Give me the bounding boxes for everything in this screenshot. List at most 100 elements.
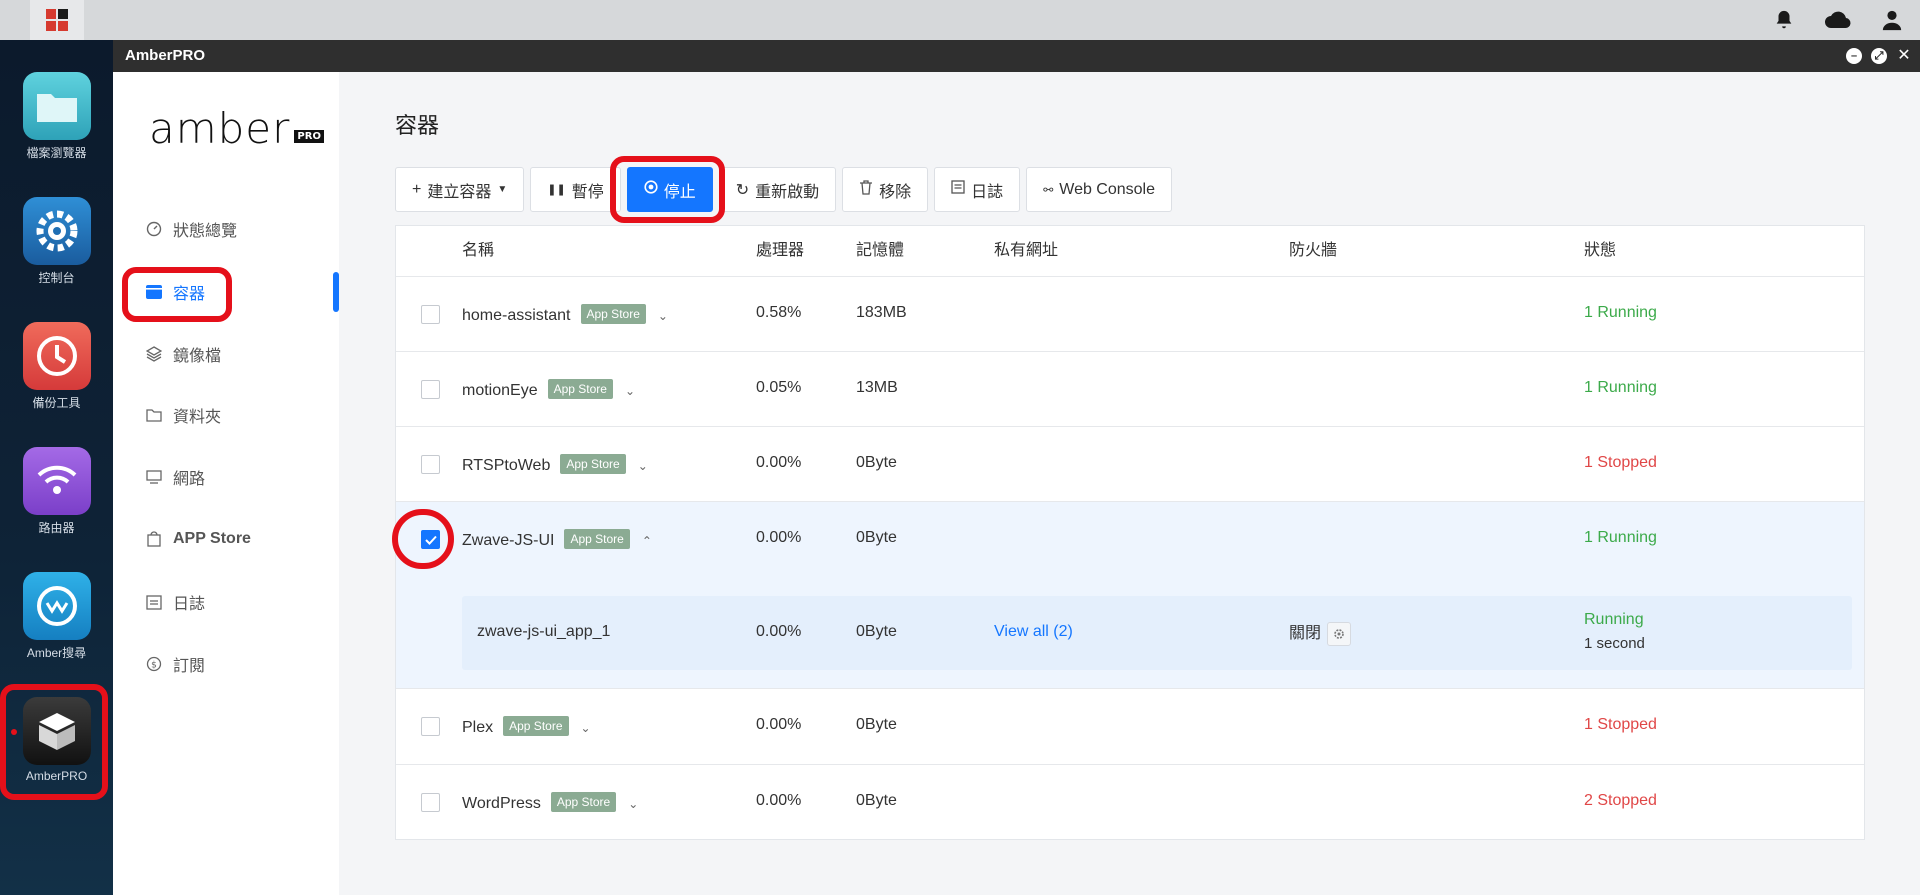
create-label: 建立容器: [427, 183, 492, 201]
row-cpu: 0.00%: [756, 792, 802, 809]
nav-label: 容器: [173, 286, 206, 303]
caret-down-icon: ▼: [497, 184, 508, 195]
nav-item-overview[interactable]: 狀態總覽: [145, 214, 237, 244]
close-icon[interactable]: ✕: [1896, 47, 1912, 64]
system-top-bar: [0, 0, 1920, 40]
pause-button[interactable]: ❚❚ 暫停: [530, 167, 621, 212]
nav-item-logs[interactable]: 日誌: [145, 587, 205, 617]
cloud-icon[interactable]: [1824, 6, 1852, 34]
row-checkbox[interactable]: [421, 793, 440, 812]
plus-icon: +: [412, 180, 422, 198]
row-checkbox-checked[interactable]: [421, 530, 440, 549]
remove-button[interactable]: 移除: [842, 167, 929, 212]
col-status[interactable]: 狀態: [1584, 226, 1616, 276]
chat-icon: [22, 572, 91, 640]
remove-label: 移除: [879, 183, 912, 201]
user-icon[interactable]: [1878, 6, 1906, 34]
maximize-icon[interactable]: ⤢: [1871, 48, 1887, 64]
dock-item-file-browser[interactable]: 檔案瀏覽器: [0, 72, 113, 161]
refresh-icon: ↻: [735, 181, 750, 199]
row-name: RTSPtoWeb: [462, 457, 551, 474]
row-checkbox[interactable]: [421, 455, 440, 474]
nav-item-images[interactable]: 鏡像檔: [145, 339, 221, 369]
row-name: Zwave-JS-UI: [462, 532, 555, 549]
sub-container-row[interactable]: zwave-js-ui_app_1 0.00% 0Byte View all (…: [462, 596, 1852, 670]
nav-label: 網路: [173, 471, 206, 488]
app-launcher-button[interactable]: [30, 0, 84, 40]
nav-label: 鏡像檔: [173, 348, 222, 365]
running-indicator: [11, 729, 17, 735]
dollar-icon: $: [145, 655, 163, 673]
restart-button[interactable]: ↻ 重新啟動: [718, 167, 837, 212]
chevron-down-icon[interactable]: ⌄: [581, 721, 591, 735]
chevron-down-icon[interactable]: ⌄: [638, 459, 648, 473]
row-checkbox[interactable]: [421, 380, 440, 399]
dock-label: 控制台: [38, 271, 75, 285]
row-status: 1 Stopped: [1584, 716, 1657, 733]
layers-icon: [145, 345, 163, 363]
containers-table: 名稱 處理器 記憶體 私有網址 防火牆 狀態 home-assistant App…: [395, 225, 1865, 840]
row-status: 2 Stopped: [1584, 792, 1657, 809]
row-name: motionEye: [462, 382, 538, 399]
row-cpu: 0.58%: [756, 304, 802, 321]
nav-item-app-store[interactable]: APP Store: [145, 524, 251, 554]
dock-label: 路由器: [38, 521, 75, 535]
nav-label: 資料夾: [173, 409, 222, 426]
table-row[interactable]: WordPress App Store ⌄ 0.00% 0Byte 2 Stoppe…: [396, 764, 1864, 840]
chevron-down-icon[interactable]: ⌄: [658, 309, 668, 323]
chevron-down-icon[interactable]: ⌄: [628, 797, 638, 811]
dock-item-router[interactable]: 路由器: [0, 447, 113, 536]
clock-icon: [22, 322, 91, 390]
nav-item-network[interactable]: 網路: [145, 462, 205, 492]
dock-item-amberpro[interactable]: AmberPRO: [0, 697, 113, 783]
sub-row-name: zwave-js-ui_app_1: [477, 623, 611, 640]
toolbar: + 建立容器 ▼ ❚❚ 暫停 停止 ↻ 重新啟動 移除 日誌 ⚯ Web Con…: [395, 167, 1173, 212]
dock-item-amber-search[interactable]: Amber搜尋: [0, 572, 113, 661]
col-name[interactable]: 名稱: [462, 226, 494, 276]
log-icon: [951, 180, 965, 199]
chevron-up-icon[interactable]: ⌃: [642, 534, 652, 548]
pause-icon: ❚❚: [547, 184, 566, 196]
row-name: home-assistant: [462, 307, 571, 324]
row-status: 1 Running: [1584, 304, 1657, 321]
table-row-selected[interactable]: Zwave-JS-UI App Store ⌃ 0.00% 0Byte 1 Runn…: [396, 501, 1864, 688]
nav-item-containers[interactable]: 容器: [145, 277, 205, 307]
web-console-button[interactable]: ⚯ Web Console: [1026, 167, 1173, 212]
minimize-icon[interactable]: –: [1846, 48, 1862, 64]
row-status: 1 Stopped: [1584, 454, 1657, 471]
app-store-tag: App Store: [580, 304, 646, 324]
table-row[interactable]: RTSPtoWeb App Store ⌄ 0.00% 0Byte 1 Stoppe…: [396, 426, 1864, 501]
folder-icon: [22, 72, 91, 140]
dock-label: AmberPRO: [25, 769, 88, 783]
nav-item-folders[interactable]: 資料夾: [145, 400, 221, 430]
row-checkbox[interactable]: [421, 305, 440, 324]
table-row[interactable]: Plex App Store ⌄ 0.00% 0Byte 1 Stopped: [396, 688, 1864, 764]
chevron-down-icon[interactable]: ⌄: [625, 384, 635, 398]
col-private-url: 私有網址: [994, 242, 1059, 259]
sub-row-cpu: 0.00%: [756, 623, 802, 640]
box-icon: [22, 697, 91, 765]
logs-button[interactable]: 日誌: [934, 167, 1021, 212]
create-container-button[interactable]: + 建立容器 ▼: [395, 167, 525, 212]
dock-item-backup[interactable]: 備份工具: [0, 322, 113, 411]
row-memory: 13MB: [856, 379, 898, 396]
folder-icon: [145, 406, 163, 424]
svg-text:$: $: [151, 661, 157, 671]
gear-icon: [22, 197, 91, 265]
firewall-settings-button[interactable]: [1327, 621, 1352, 646]
nav-item-subscription[interactable]: $ 訂閱: [145, 649, 205, 679]
row-checkbox[interactable]: [421, 717, 440, 736]
col-cpu[interactable]: 處理器: [756, 226, 804, 276]
table-row[interactable]: home-assistant App Store ⌄ 0.58% 183MB 1 R…: [396, 276, 1864, 351]
grid-icon: [46, 9, 68, 31]
table-row[interactable]: motionEye App Store ⌄ 0.05% 13MB 1 Running: [396, 351, 1864, 426]
bell-icon[interactable]: [1770, 6, 1798, 34]
row-memory: 183MB: [856, 304, 907, 321]
row-cpu: 0.05%: [756, 379, 802, 396]
monitor-icon: [145, 468, 163, 486]
dock-item-control-panel[interactable]: 控制台: [0, 197, 113, 286]
view-all-link[interactable]: View all (2): [994, 623, 1073, 641]
col-memory[interactable]: 記憶體: [856, 226, 904, 276]
row-name: WordPress: [462, 795, 541, 812]
stop-button[interactable]: 停止: [626, 167, 713, 212]
